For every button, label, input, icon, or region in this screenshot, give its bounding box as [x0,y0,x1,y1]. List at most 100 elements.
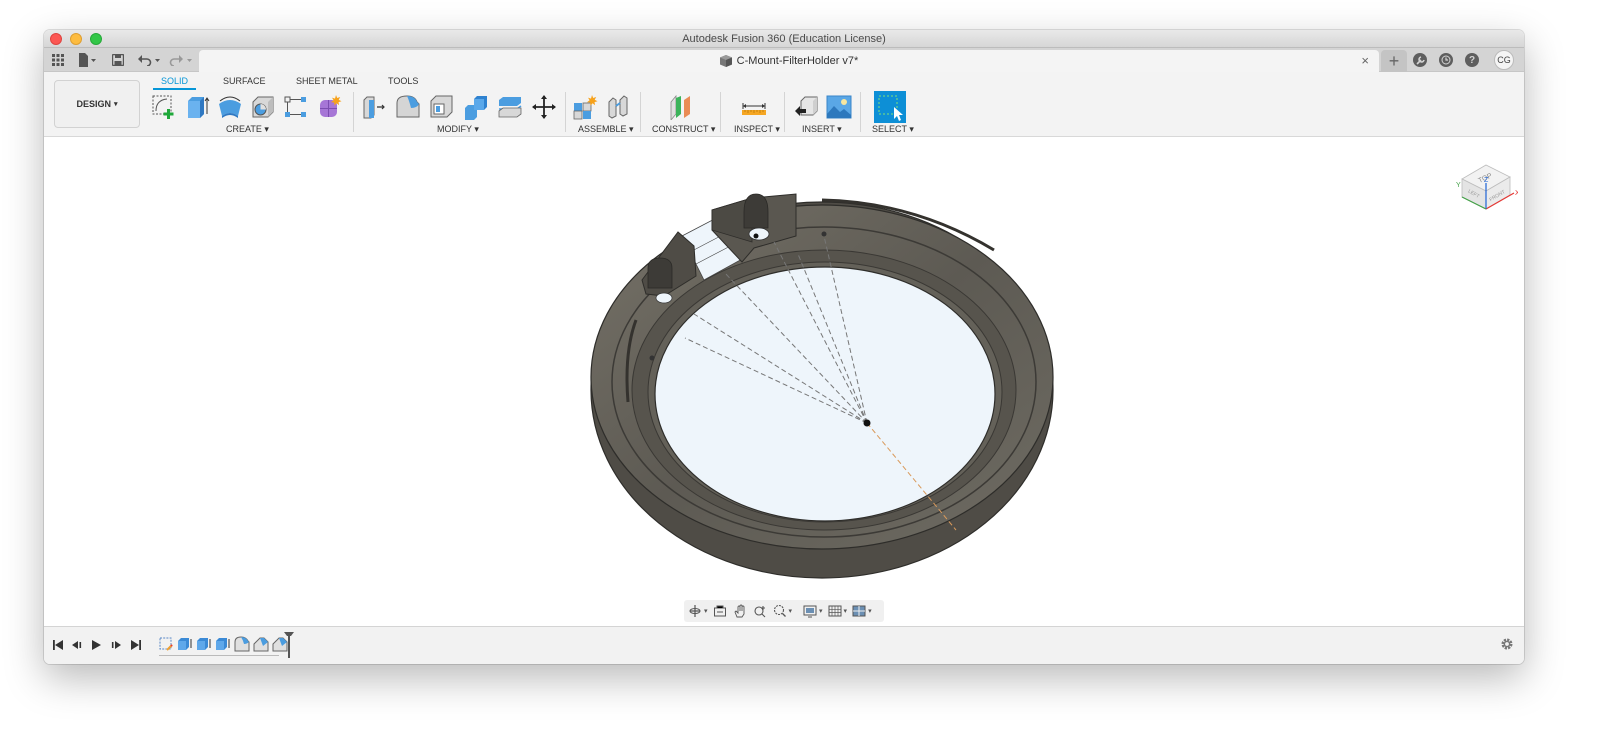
orbit-button[interactable] [688,601,702,621]
view-cube[interactable]: TOP FRONT LEFT X Z Y [1452,151,1518,217]
look-at-button[interactable] [713,601,727,621]
grid-menu-icon[interactable] [50,48,66,72]
fillet-icon [396,95,420,118]
minimize-window-button[interactable] [70,33,82,45]
extensions-button[interactable] [1412,48,1428,72]
select-menu[interactable]: SELECT ▾ [872,124,914,135]
grid-settings-button[interactable] [828,601,842,621]
extrude-button[interactable] [183,93,211,121]
timeline-track [159,655,279,656]
maximize-window-button[interactable] [90,33,102,45]
pattern-button[interactable] [282,93,310,121]
lug-slot-top [743,193,769,229]
zoom-button[interactable] [753,601,767,621]
timeline-extrude-3[interactable] [215,636,231,652]
move-copy-button[interactable] [530,93,558,121]
filter-holder-model[interactable] [584,172,1064,582]
chevron-down-icon[interactable]: ▾ [844,607,848,615]
3d-viewport[interactable]: TOP FRONT LEFT X Z Y ▾ ▾ ▾ ▾ ▾ [44,137,1524,626]
file-menu-button[interactable] [74,48,100,72]
viewports-button[interactable] [852,601,866,621]
shell-icon [430,95,453,118]
joint-button[interactable] [605,93,633,121]
user-account-button[interactable]: CG [1493,48,1515,72]
tab-sheet-metal[interactable]: SHEET METAL [296,76,358,86]
display-settings-icon [803,605,817,618]
extrude-icon [216,638,230,650]
x-axis-label: X [1515,190,1518,197]
chevron-down-icon: ▾ [114,101,118,108]
save-button[interactable] [110,48,126,72]
timeline-fillet[interactable] [234,636,250,652]
timeline-extrude-2[interactable] [196,636,212,652]
group-divider [640,92,641,132]
chevron-down-icon[interactable]: ▾ [868,607,872,615]
go-to-end-button[interactable] [130,637,142,653]
chevron-down-icon[interactable]: ▾ [789,607,793,615]
avatar: CG [1494,50,1514,70]
help-button[interactable]: ? [1464,48,1480,72]
redo-icon [169,55,192,66]
press-pull-button[interactable] [360,93,388,121]
go-to-start-button[interactable] [52,637,64,653]
timeline-chamfer-1[interactable] [253,636,269,652]
combine-button[interactable] [462,93,490,121]
offset-plane-button[interactable] [667,93,695,121]
redo-button[interactable] [168,48,194,72]
timeline-settings-button[interactable] [1500,637,1514,655]
tab-solid[interactable]: SOLID [152,76,197,90]
look-at-icon [713,605,726,617]
job-status-button[interactable] [1438,48,1454,72]
pattern-icon [284,96,306,117]
workspace-switcher[interactable]: DESIGN ▾ [54,80,140,128]
document-tab[interactable]: C-Mount-FilterHolder v7* × [199,50,1379,72]
chevron-down-icon[interactable]: ▾ [704,607,708,615]
hole-button[interactable] [249,93,277,121]
group-divider [860,92,861,132]
extensions-icon [1413,53,1427,67]
zoom-icon [753,606,765,618]
filter-glass [654,266,996,522]
assemble-menu[interactable]: ASSEMBLE ▾ [578,124,634,135]
fit-button[interactable] [773,601,787,621]
play-button[interactable] [90,637,102,653]
fusion-window: Autodesk Fusion 360 (Education License) … [44,30,1524,664]
timeline-marker[interactable] [284,632,294,663]
undo-button[interactable] [136,48,162,72]
save-icon [112,54,124,66]
create-menu[interactable]: CREATE ▾ [226,124,269,135]
canvas-button[interactable] [825,93,853,121]
insert-derive-button[interactable] [792,93,820,121]
insert-menu[interactable]: INSERT ▾ [802,124,842,135]
new-tab-button[interactable]: + [1381,50,1407,72]
group-divider [720,92,721,132]
step-back-button[interactable] [71,637,83,653]
new-component-button[interactable] [571,93,599,121]
shell-button[interactable] [428,93,456,121]
modify-menu[interactable]: MODIFY ▾ [437,124,479,135]
measure-button[interactable] [740,93,768,121]
create-form-button[interactable] [316,93,344,121]
window-controls [50,33,102,45]
close-window-button[interactable] [50,33,62,45]
close-tab-button[interactable]: × [1361,53,1369,68]
display-settings-button[interactable] [803,601,817,621]
tab-surface[interactable]: SURFACE [223,76,266,86]
tab-tools[interactable]: TOOLS [388,76,418,86]
fillet-button[interactable] [394,93,422,121]
create-sketch-button[interactable] [150,93,178,121]
select-button[interactable] [874,91,906,123]
select-cursor-icon [878,95,903,121]
timeline-sketch[interactable] [158,636,174,652]
construct-menu[interactable]: CONSTRUCT ▾ [652,124,715,135]
viewports-icon [852,605,866,617]
revolve-button[interactable] [216,93,244,121]
toolbar-ribbon: DESIGN ▾ SOLID SURFACE SHEET METAL TOOLS… [44,72,1524,137]
step-forward-button[interactable] [110,637,122,653]
chevron-down-icon[interactable]: ▾ [819,607,823,615]
inspect-menu[interactable]: INSPECT ▾ [734,124,780,135]
sketch-center-point[interactable] [863,419,871,427]
split-body-button[interactable] [496,93,524,121]
timeline-extrude-1[interactable] [177,636,193,652]
pan-button[interactable] [733,601,747,621]
